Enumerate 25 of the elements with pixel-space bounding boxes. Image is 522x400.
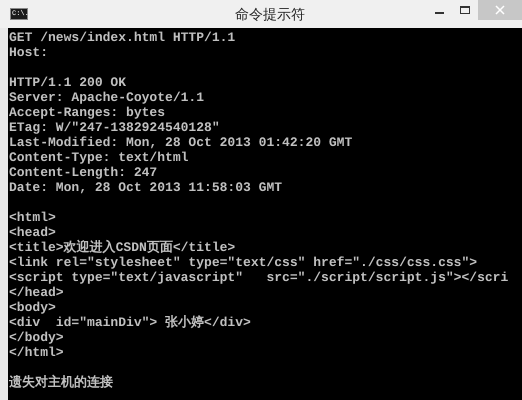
console-line: <div id="mainDiv"> 张小婷</div>: [9, 315, 251, 330]
window-title: 命令提示符: [235, 5, 305, 24]
console-line: <body>: [9, 300, 56, 315]
console-line: <link rel="stylesheet" type="text/css" href="./css/css.css">: [9, 255, 478, 270]
close-icon: [495, 5, 505, 15]
console-line: 遗失对主机的连接: [9, 375, 113, 390]
console-line: ETag: W/"247-1382924540128": [9, 120, 220, 135]
console-line: </body>: [9, 330, 64, 345]
console-line: Content-Length: 247: [9, 165, 158, 180]
console-line: Server: Apache-Coyote/1.1: [9, 90, 204, 105]
minimize-icon: [434, 12, 444, 14]
console-line: Host:: [9, 45, 48, 60]
console-line: Content-Type: text/html: [9, 150, 188, 165]
maximize-icon: [460, 6, 470, 14]
console-line: <script type="text/javascript" src="./script/script.js"></scri: [9, 270, 508, 285]
console-line: Accept-Ranges: bytes: [9, 105, 166, 120]
console-line: GET /news/index.html HTTP/1.1: [9, 30, 236, 45]
console-line: Date: Mon, 28 Oct 2013 11:58:03 GMT: [9, 180, 282, 195]
console-line: <title>欢迎进入CSDN页面</title>: [9, 240, 236, 255]
console-line: </html>: [9, 345, 64, 360]
console-line: <head>: [9, 225, 56, 240]
console-line: <html>: [9, 210, 56, 225]
console-line: </head>: [9, 285, 64, 300]
console-line: HTTP/1.1 200 OK: [9, 75, 126, 90]
console-line: Last-Modified: Mon, 28 Oct 2013 01:42:20 GMT: [9, 135, 352, 150]
